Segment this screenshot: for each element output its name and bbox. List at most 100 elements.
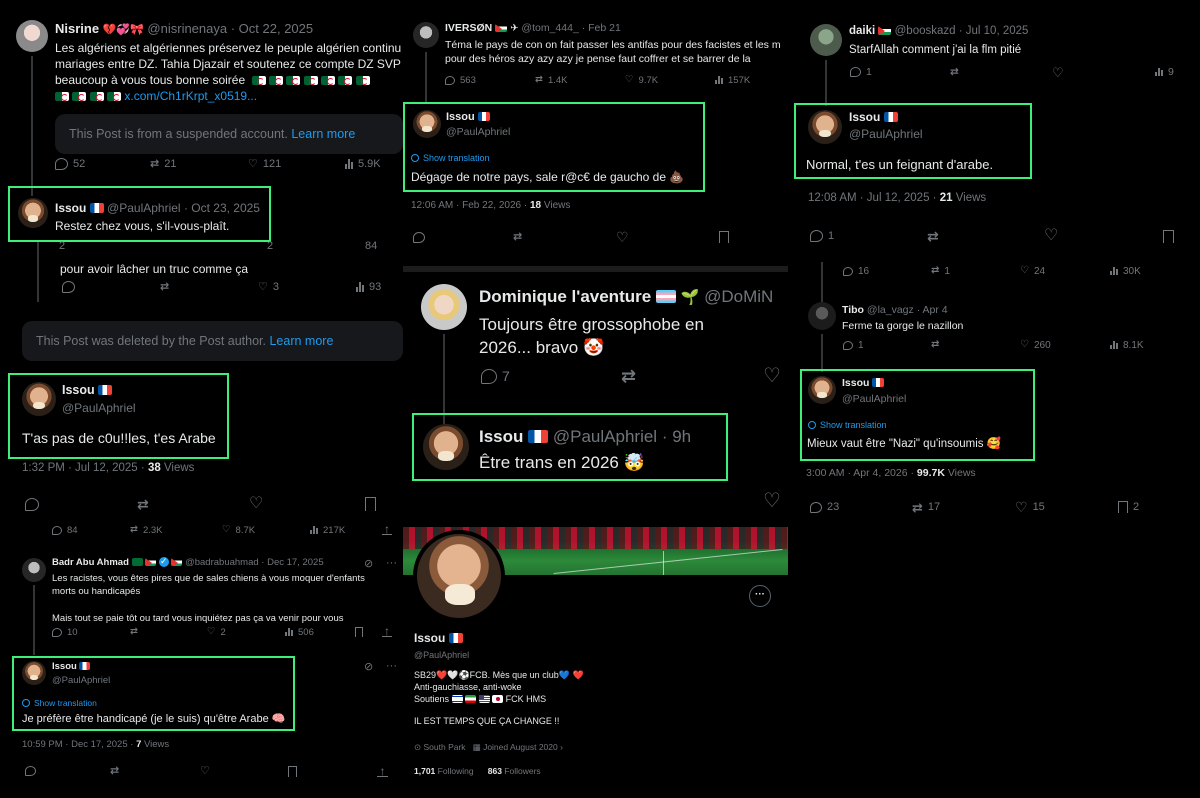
followers-link[interactable]: 863 Followers bbox=[488, 766, 541, 776]
author-handle[interactable]: @PaulAphriel bbox=[849, 127, 923, 141]
author-handle[interactable]: @PaulAphriel bbox=[553, 427, 657, 446]
views-button[interactable]: 157K bbox=[715, 75, 750, 86]
timestamp-text[interactable]: 12:08 AM · Jul 12, 2025 · bbox=[808, 192, 937, 204]
repost-button[interactable]: ⇄ bbox=[621, 367, 636, 385]
avatar-issou[interactable] bbox=[808, 376, 836, 404]
like-button[interactable]: ♡ 8.7K bbox=[222, 525, 255, 536]
heart-icon[interactable]: ♡ bbox=[763, 488, 781, 513]
reply-button[interactable] bbox=[25, 497, 39, 511]
author-handle[interactable]: @PaulAphriel bbox=[62, 401, 136, 415]
like-count[interactable]: 2 bbox=[267, 240, 273, 252]
like-button[interactable]: ♡ 121 bbox=[248, 158, 281, 170]
timestamp-text[interactable]: 3:00 AM · Apr 4, 2026 · bbox=[806, 467, 914, 479]
views-button[interactable]: 93 bbox=[356, 281, 381, 293]
share-button[interactable] bbox=[382, 525, 392, 535]
more-options-icon[interactable]: ··· bbox=[386, 557, 397, 569]
learn-more-link[interactable]: Learn more bbox=[269, 334, 333, 348]
author-name[interactable]: Dominique l'aventure bbox=[479, 287, 651, 306]
timestamp-text[interactable]: 10:59 PM · Dec 17, 2025 · bbox=[22, 739, 133, 750]
avatar-issou[interactable] bbox=[22, 382, 56, 416]
bookmark-button[interactable]: 2 bbox=[1118, 501, 1139, 513]
author-handle[interactable]: @nisrinenaya bbox=[147, 21, 227, 36]
tweet-date[interactable]: · Dec 17, 2025 bbox=[261, 557, 323, 568]
avatar-dominique[interactable] bbox=[421, 284, 467, 330]
author-handle[interactable]: @PaulAphriel bbox=[107, 201, 181, 215]
repost-button[interactable]: ⇄ bbox=[130, 627, 138, 637]
avatar-badr[interactable] bbox=[22, 558, 46, 582]
repost-button[interactable]: ⇄ bbox=[950, 67, 959, 78]
avatar-issou[interactable] bbox=[413, 110, 441, 138]
author-name[interactable]: Issou bbox=[842, 377, 869, 389]
author-handle[interactable]: @tom_444_ bbox=[521, 22, 578, 34]
author-handle[interactable]: @booskazd bbox=[895, 25, 956, 37]
views-button[interactable]: 217K bbox=[310, 525, 345, 536]
repost-button[interactable]: ⇄ 17 bbox=[912, 501, 940, 514]
views-button[interactable]: 30K bbox=[1110, 266, 1141, 277]
views-button[interactable]: 506 bbox=[285, 627, 314, 638]
like-button[interactable]: ♡ 3 bbox=[258, 281, 279, 293]
tweet-date[interactable]: · Jul 10, 2025 bbox=[959, 25, 1029, 37]
tweet-link[interactable]: x.com/Ch1rKrpt_x0519... bbox=[124, 89, 257, 103]
bookmark-button[interactable] bbox=[288, 765, 297, 777]
learn-more-link[interactable]: Learn more bbox=[291, 127, 355, 141]
author-handle[interactable]: @PaulAphriel bbox=[52, 675, 110, 686]
grok-icon[interactable]: ⊘ bbox=[364, 557, 373, 570]
avatar-daiki[interactable] bbox=[810, 24, 842, 56]
author-name[interactable]: IVERSØN bbox=[445, 22, 492, 34]
tweet-date[interactable]: · Apr 4 bbox=[917, 304, 948, 316]
views-button[interactable]: 9 bbox=[1155, 66, 1174, 78]
avatar-nisrine[interactable] bbox=[16, 20, 48, 52]
like-button[interactable]: ♡ bbox=[763, 366, 781, 386]
views-button[interactable]: 8.1K bbox=[1110, 340, 1144, 351]
bookmark-button[interactable] bbox=[719, 231, 729, 243]
repost-button[interactable]: ⇄ bbox=[160, 281, 169, 293]
reply-button[interactable]: 563 bbox=[445, 75, 476, 86]
like-button[interactable]: ♡ 15 bbox=[1015, 500, 1045, 514]
like-button[interactable]: ♡ 9.7K bbox=[625, 75, 658, 86]
share-button[interactable] bbox=[382, 627, 392, 637]
like-button[interactable]: ♡ bbox=[616, 230, 629, 244]
avatar-iverson[interactable] bbox=[413, 22, 439, 48]
author-name[interactable]: Tibo bbox=[842, 304, 864, 316]
bookmark-button[interactable] bbox=[365, 497, 376, 511]
reply-count[interactable]: 2 bbox=[59, 240, 65, 252]
like-button[interactable]: ♡ bbox=[1052, 66, 1064, 79]
like-button[interactable]: ♡ bbox=[200, 765, 210, 777]
repost-button[interactable]: ⇄ bbox=[513, 231, 522, 243]
reply-button[interactable] bbox=[62, 281, 75, 293]
reply-button[interactable]: 84 bbox=[52, 525, 78, 536]
author-name[interactable]: Issou bbox=[479, 427, 523, 446]
author-name[interactable]: Issou bbox=[849, 110, 880, 124]
reply-button[interactable] bbox=[413, 231, 425, 243]
avatar-issou[interactable] bbox=[423, 424, 469, 470]
reply-button[interactable]: 1 bbox=[810, 230, 834, 242]
like-button[interactable]: ♡ 260 bbox=[1020, 340, 1051, 351]
reply-button[interactable]: 52 bbox=[55, 158, 85, 170]
profile-avatar[interactable] bbox=[413, 530, 505, 622]
repost-button[interactable]: ⇄ bbox=[931, 340, 939, 350]
timestamp-text[interactable]: 1:32 PM · Jul 12, 2025 · bbox=[22, 462, 145, 474]
like-button[interactable]: ♡ 24 bbox=[1020, 266, 1045, 277]
avatar-issou[interactable] bbox=[808, 110, 842, 144]
bookmark-button[interactable] bbox=[355, 627, 363, 637]
author-name[interactable]: Issou bbox=[446, 111, 475, 123]
more-options-button[interactable]: ··· bbox=[749, 585, 771, 607]
avatar-tibo[interactable] bbox=[808, 302, 836, 330]
reply-button[interactable]: 10 bbox=[52, 627, 78, 638]
following-link[interactable]: 1,701 Following bbox=[414, 766, 474, 776]
show-translation-link[interactable]: Show translation bbox=[411, 153, 490, 163]
repost-button[interactable]: ⇄ 21 bbox=[150, 158, 176, 170]
repost-button[interactable]: ⇄ 2.3K bbox=[130, 525, 163, 536]
author-name[interactable]: Issou bbox=[52, 661, 77, 672]
repost-button[interactable]: ⇄ bbox=[110, 765, 119, 777]
views-button[interactable]: 5.9K bbox=[345, 158, 381, 170]
reply-button[interactable] bbox=[25, 766, 36, 776]
bookmark-button[interactable] bbox=[1163, 229, 1174, 243]
repost-button[interactable]: ⇄ 1.4K bbox=[535, 75, 568, 86]
author-handle[interactable]: @PaulAphriel bbox=[446, 126, 510, 138]
author-name[interactable]: Issou bbox=[62, 383, 95, 397]
tweet-date[interactable]: · Feb 21 bbox=[582, 22, 621, 34]
like-button[interactable]: ♡ bbox=[1044, 228, 1058, 244]
author-name[interactable]: daiki bbox=[849, 25, 875, 37]
author-name[interactable]: Issou bbox=[55, 201, 86, 215]
